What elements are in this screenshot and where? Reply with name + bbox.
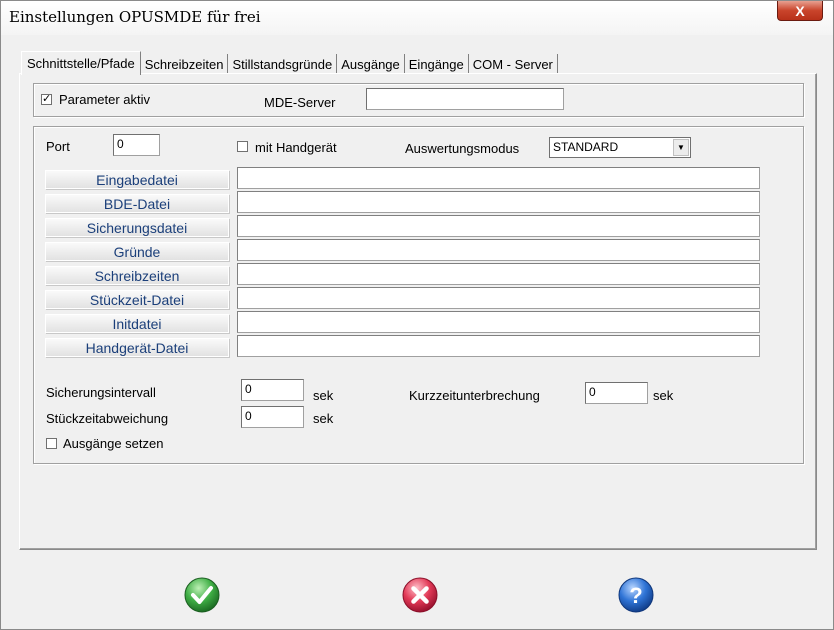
question-icon: ? <box>618 577 654 613</box>
kurzzeitunterbrechung-input[interactable]: 0 <box>585 382 648 404</box>
handgeraet-label: mit Handgerät <box>255 140 337 155</box>
tab-strip: Schnittstelle/Pfade Schreibzeiten Stills… <box>21 51 558 75</box>
auswertungsmodus-label: Auswertungsmodus <box>405 141 520 156</box>
chevron-down-icon[interactable]: ▼ <box>673 139 689 156</box>
sicherungsintervall-unit: sek <box>313 388 334 403</box>
tab-schreibzeiten[interactable]: Schreibzeiten <box>141 54 229 75</box>
auswertungsmodus-value: STANDARD <box>553 140 619 154</box>
kurzzeitunterbrechung-label: Kurzzeitunterbrechung <box>409 388 540 403</box>
stueckzeit-datei-button[interactable]: Stückzeit-Datei <box>45 290 229 309</box>
port-input[interactable]: 0 <box>113 134 160 156</box>
stueckzeit-datei-field[interactable] <box>237 287 760 309</box>
handgeraet-datei-field[interactable] <box>237 335 760 357</box>
tab-ausgaenge[interactable]: Ausgänge <box>337 54 405 75</box>
schreibzeiten-field[interactable] <box>237 263 760 285</box>
x-icon <box>402 577 438 613</box>
kurzzeitunterbrechung-unit: sek <box>653 388 674 403</box>
ok-button[interactable] <box>184 577 220 613</box>
window-title: Einstellungen OPUSMDE für frei <box>9 8 261 26</box>
title-bar: Einstellungen OPUSMDE für frei X <box>1 1 833 35</box>
parameter-aktiv-label: Parameter aktiv <box>59 92 151 107</box>
tab-com-server[interactable]: COM - Server <box>469 54 558 75</box>
handgeraet-datei-button[interactable]: Handgerät-Datei <box>45 338 229 357</box>
gruende-field[interactable] <box>237 239 760 261</box>
sicherungsdatei-button[interactable]: Sicherungsdatei <box>45 218 229 237</box>
stueckzeitabweichung-unit: sek <box>313 411 334 426</box>
initdatei-button[interactable]: Initdatei <box>45 314 229 333</box>
stueckzeitabweichung-input[interactable]: 0 <box>241 406 304 428</box>
ausgaenge-setzen-checkbox[interactable] <box>46 438 57 449</box>
gruende-button[interactable]: Gründe <box>45 242 229 261</box>
close-icon: X <box>795 2 805 19</box>
tab-stillstandsgruende[interactable]: Stillstandsgründe <box>228 54 338 75</box>
sicherungsdatei-field[interactable] <box>237 215 760 237</box>
mde-server-input[interactable] <box>366 88 564 110</box>
check-icon <box>184 577 220 613</box>
parameter-aktiv-checkbox[interactable]: ✓ <box>41 94 52 105</box>
dialog-window: Einstellungen OPUSMDE für frei X Schnitt… <box>0 0 834 630</box>
close-button[interactable]: X <box>777 1 823 21</box>
cancel-button[interactable] <box>402 577 438 613</box>
tab-schnittstelle-pfade[interactable]: Schnittstelle/Pfade <box>21 51 141 75</box>
schreibzeiten-button[interactable]: Schreibzeiten <box>45 266 229 285</box>
sicherungsintervall-input[interactable]: 0 <box>241 379 304 401</box>
eingabedatei-field[interactable] <box>237 167 760 189</box>
port-label: Port <box>46 139 70 154</box>
help-glyph: ? <box>629 583 642 608</box>
eingabedatei-button[interactable]: Eingabedatei <box>45 170 229 189</box>
handgeraet-checkbox[interactable] <box>237 141 248 152</box>
auswertungsmodus-select[interactable]: STANDARD ▼ <box>549 137 691 158</box>
sicherungsintervall-label: Sicherungsintervall <box>46 385 156 400</box>
stueckzeitabweichung-label: Stückzeitabweichung <box>46 411 169 426</box>
tab-eingaenge[interactable]: Eingänge <box>405 54 469 75</box>
bde-datei-button[interactable]: BDE-Datei <box>45 194 229 213</box>
initdatei-field[interactable] <box>237 311 760 333</box>
help-button[interactable]: ? <box>618 577 654 613</box>
mde-server-label: MDE-Server <box>264 95 336 110</box>
bde-datei-field[interactable] <box>237 191 760 213</box>
ausgaenge-setzen-label: Ausgänge setzen <box>63 436 164 451</box>
